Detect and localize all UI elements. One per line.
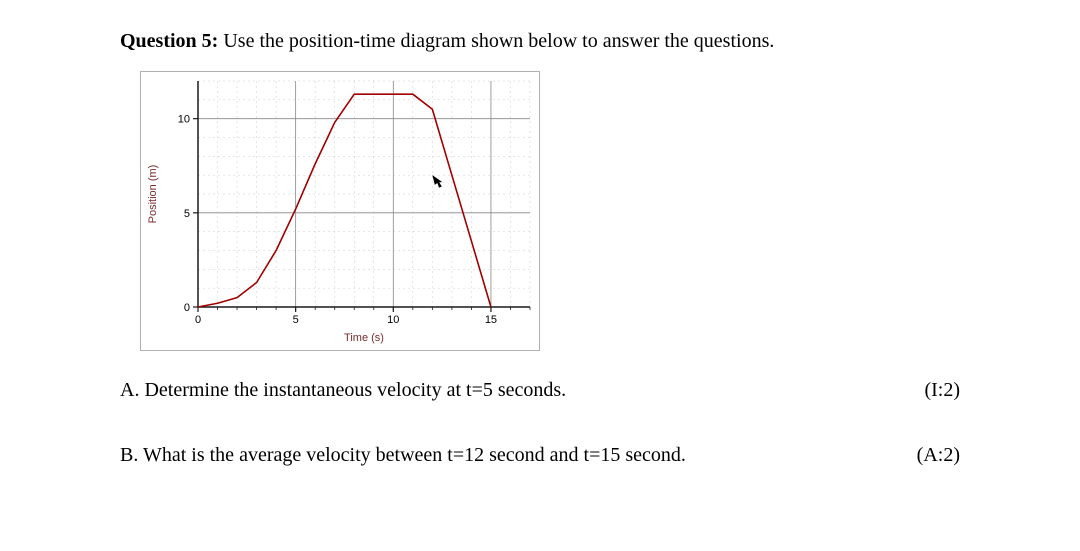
svg-text:5: 5 — [293, 314, 299, 326]
part-a-text: A. Determine the instantaneous velocity … — [120, 379, 900, 402]
part-b-text: B. What is the average velocity between … — [120, 444, 893, 467]
page: Question 5: Use the position-time diagra… — [0, 0, 1080, 529]
svg-text:5: 5 — [184, 208, 190, 220]
part-a-marks: (I:2) — [924, 379, 960, 402]
part-b-row: B. What is the average velocity between … — [120, 444, 960, 467]
svg-text:10: 10 — [178, 114, 190, 126]
part-a-row: A. Determine the instantaneous velocity … — [120, 379, 960, 402]
svg-text:10: 10 — [387, 314, 399, 326]
svg-text:0: 0 — [195, 314, 201, 326]
question-parts: A. Determine the instantaneous velocity … — [120, 379, 960, 467]
question-label: Question 5: — [120, 30, 218, 52]
part-b-marks: (A:2) — [917, 444, 960, 467]
svg-text:0: 0 — [184, 302, 190, 314]
svg-text:Position (m): Position (m) — [147, 165, 159, 224]
chart-svg: 0510150510Time (s)Position (m) — [140, 71, 540, 351]
question-prompt: Use the position-time diagram shown belo… — [223, 30, 774, 52]
question-heading: Question 5: Use the position-time diagra… — [120, 30, 960, 53]
svg-text:15: 15 — [485, 314, 497, 326]
svg-text:Time (s): Time (s) — [344, 332, 384, 344]
position-time-chart: 0510150510Time (s)Position (m) — [140, 71, 960, 351]
